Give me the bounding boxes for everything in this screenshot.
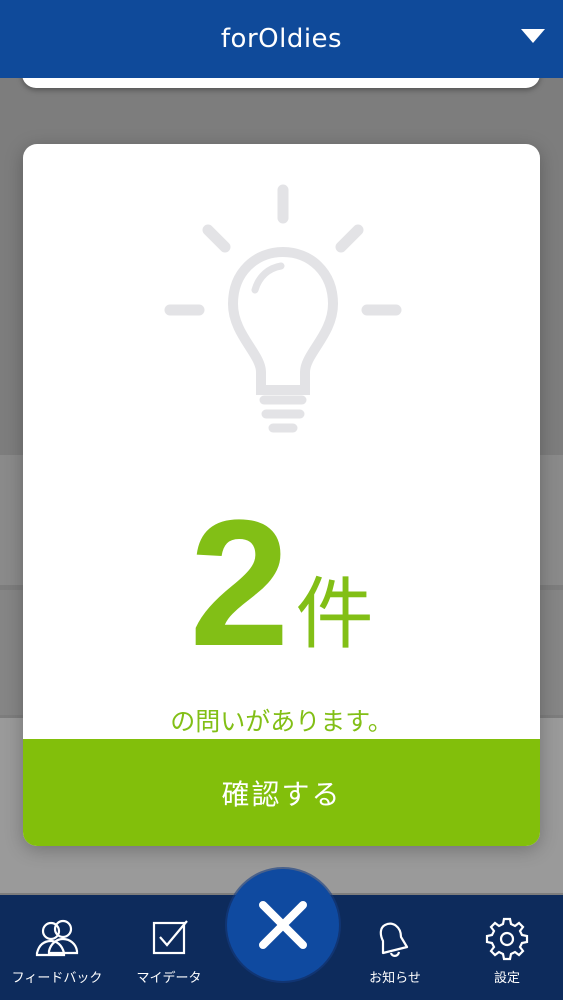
nav-item-mydata[interactable]: マイデータ bbox=[119, 895, 219, 1000]
count-number: 2 bbox=[189, 483, 290, 684]
nav-item-notices[interactable]: お知らせ bbox=[345, 895, 445, 1000]
nav-item-feedback[interactable]: フィードバック bbox=[7, 895, 107, 1000]
gear-icon bbox=[485, 917, 529, 961]
people-icon bbox=[35, 919, 79, 957]
nav-label: お知らせ bbox=[369, 971, 421, 986]
checkbox-icon bbox=[152, 920, 188, 955]
count-message: の問いがあります。 bbox=[170, 707, 393, 736]
nav-label: マイデータ bbox=[136, 971, 202, 986]
nav-label: 設定 bbox=[493, 971, 520, 986]
close-x-icon bbox=[259, 901, 307, 949]
close-button[interactable] bbox=[227, 869, 339, 981]
question-count: 2 件 bbox=[23, 494, 540, 674]
confirm-button[interactable]: 確認する bbox=[23, 739, 540, 846]
triangle-down-icon[interactable] bbox=[521, 29, 545, 43]
count-unit: 件 bbox=[295, 570, 374, 660]
nav-item-settings[interactable]: 設定 bbox=[457, 895, 557, 1000]
notification-modal: 2 件 の問いがあります。 確認する bbox=[23, 144, 540, 846]
nav-label: フィードバック bbox=[11, 971, 103, 986]
app-header: forOldies bbox=[0, 0, 563, 78]
app-title: forOldies bbox=[220, 24, 343, 54]
bell-icon bbox=[379, 922, 409, 957]
lightbulb-icon bbox=[164, 184, 402, 433]
